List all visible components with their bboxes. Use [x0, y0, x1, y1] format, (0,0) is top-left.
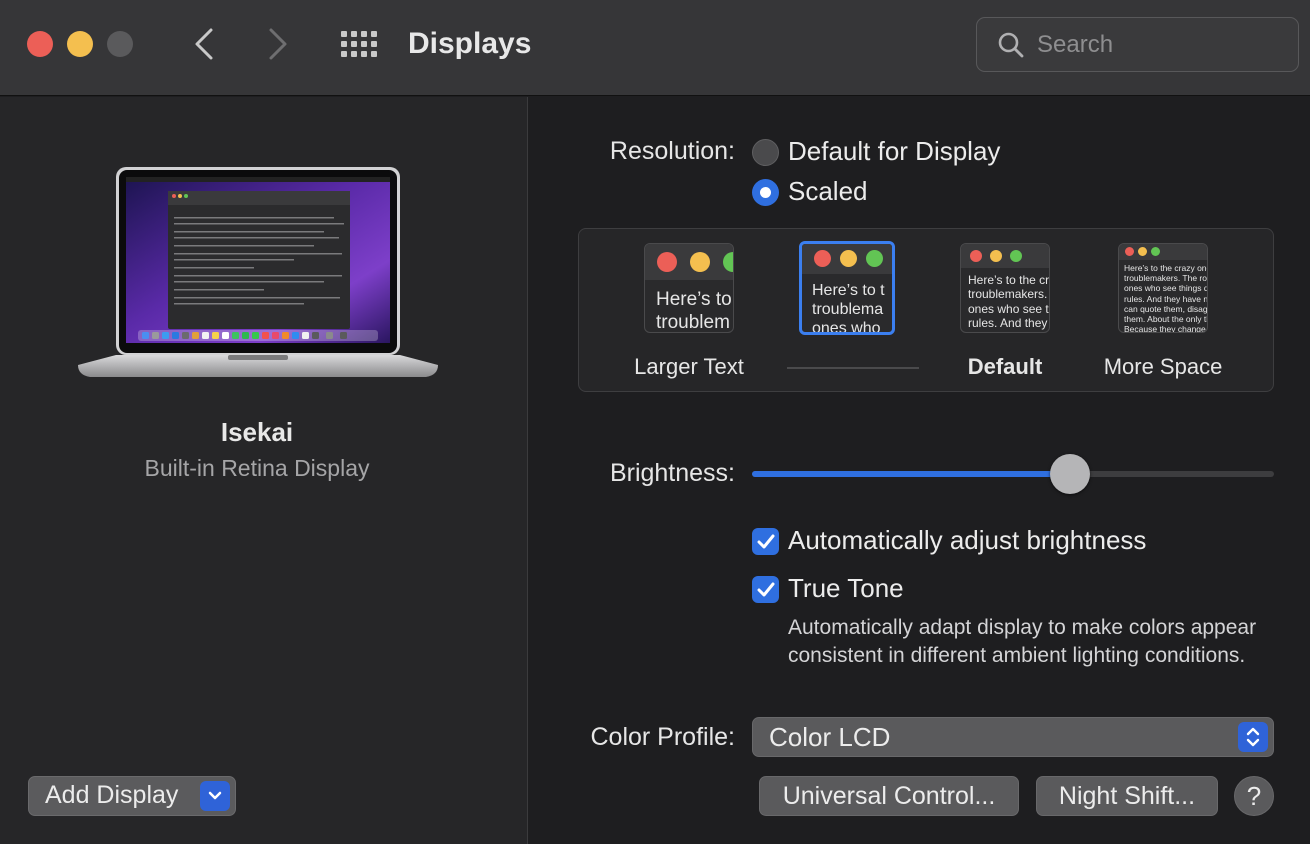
- search-field[interactable]: [976, 17, 1299, 72]
- true-tone-label[interactable]: True Tone: [788, 573, 904, 604]
- back-button[interactable]: [184, 24, 224, 64]
- scale-option-larger-text[interactable]: Here’s to t troublem: [644, 243, 734, 333]
- checkmark-icon: [757, 582, 774, 596]
- color-profile-popup[interactable]: Color LCD: [752, 717, 1274, 757]
- scale-options-panel: Here’s to t troublem Larger Text Here’s …: [578, 228, 1274, 392]
- forward-button[interactable]: [258, 24, 298, 64]
- brightness-label: Brightness:: [609, 459, 735, 487]
- radio-default-for-display-label[interactable]: Default for Display: [788, 136, 1000, 167]
- help-button[interactable]: ?: [1234, 776, 1274, 816]
- search-input[interactable]: [1037, 26, 1287, 64]
- window-title: Displays: [408, 27, 532, 60]
- search-icon: [998, 32, 1024, 58]
- auto-brightness-label[interactable]: Automatically adjust brightness: [788, 525, 1146, 556]
- scale-label-larger-text: Larger Text: [634, 354, 744, 379]
- up-down-arrows-icon: [1238, 722, 1268, 752]
- scale-option-more-space[interactable]: Here’s to the crazy ones troublemakers. …: [1118, 243, 1208, 333]
- display-type: Built-in Retina Display: [144, 455, 370, 481]
- color-profile-value: Color LCD: [769, 722, 891, 752]
- chevron-right-icon: [269, 28, 287, 60]
- display-settings: Resolution: Default for Display Scaled H…: [529, 97, 1310, 844]
- close-window-button[interactable]: [27, 31, 53, 57]
- display-name: Isekai: [220, 417, 294, 447]
- scale-preview-text: Here’s to the crazy ones troublemakers. …: [1124, 263, 1208, 333]
- true-tone-description: Automatically adapt display to make colo…: [788, 616, 1257, 667]
- brightness-slider-knob[interactable]: [1050, 454, 1091, 494]
- color-profile-label: Color Profile:: [590, 723, 736, 751]
- add-display-label: Add Display: [45, 781, 179, 809]
- show-all-grid-button[interactable]: [339, 24, 379, 64]
- scale-preview-text: Here’s to t troublema ones who: [812, 282, 885, 335]
- universal-control-button[interactable]: Universal Control...: [759, 776, 1019, 816]
- minimize-window-button[interactable]: [67, 31, 93, 57]
- grid-icon: [341, 31, 347, 37]
- auto-brightness-checkbox[interactable]: [752, 528, 779, 555]
- scale-option-selected[interactable]: Here’s to t troublema ones who: [799, 241, 895, 335]
- zoom-window-button: [107, 31, 133, 57]
- chevron-down-icon: [200, 781, 230, 811]
- scale-label-default: Default: [967, 354, 1043, 379]
- macbook-display-image: [78, 167, 438, 377]
- scale-preview-text: Here’s to the cr troublemakers. ones who…: [968, 273, 1050, 331]
- title-bar: Displays: [0, 0, 1310, 96]
- radio-default-for-display[interactable]: [752, 139, 779, 166]
- true-tone-checkbox[interactable]: [752, 576, 779, 603]
- selected-scale-indicator: [787, 367, 919, 369]
- night-shift-button[interactable]: Night Shift...: [1036, 776, 1218, 816]
- display-sidebar: Isekai Built-in Retina Display Add Displ…: [0, 97, 528, 844]
- scale-preview-text: Here’s to t troublem: [656, 289, 732, 333]
- resolution-label: Resolution:: [609, 137, 735, 165]
- scale-option-default[interactable]: Here’s to the cr troublemakers. ones who…: [960, 243, 1050, 333]
- checkmark-icon: [757, 534, 774, 548]
- radio-scaled[interactable]: [752, 179, 779, 206]
- brightness-slider[interactable]: [752, 454, 1274, 494]
- radio-scaled-label[interactable]: Scaled: [788, 176, 868, 207]
- scale-label-more-space: More Space: [1103, 354, 1223, 379]
- chevron-left-icon: [195, 28, 213, 60]
- brightness-slider-fill: [752, 471, 1071, 477]
- add-display-button[interactable]: Add Display: [28, 776, 236, 816]
